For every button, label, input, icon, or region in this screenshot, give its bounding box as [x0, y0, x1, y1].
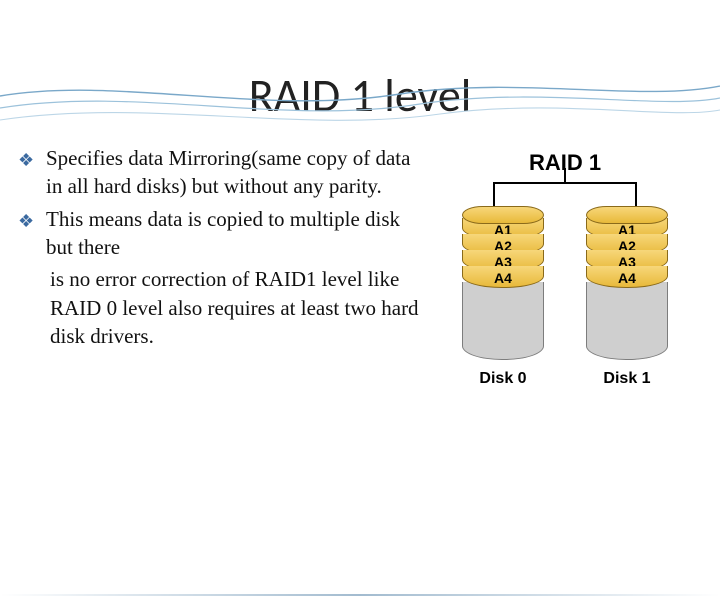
bullet-list: ❖ Specifies data Mirroring(same copy of … [18, 144, 420, 388]
disk-row: A1 A2 A3 A4 Disk 0 A1 A2 A3 A4 Disk 1 [462, 206, 668, 388]
content-area: ❖ Specifies data Mirroring(same copy of … [0, 144, 720, 388]
diamond-bullet-icon: ❖ [18, 144, 46, 201]
disk-top-icon [462, 206, 544, 224]
raid-diagram: RAID 1 A1 A2 A3 A4 Disk 0 A1 A2 A3 A4 [440, 150, 690, 388]
bullet-text: Specifies data Mirroring(same copy of da… [46, 144, 420, 201]
diamond-bullet-icon: ❖ [18, 205, 46, 262]
disk-label: Disk 1 [586, 370, 668, 388]
footer-decoration [0, 594, 720, 596]
bullet-text: This means data is copied to multiple di… [46, 205, 420, 262]
bullet-item: ❖ Specifies data Mirroring(same copy of … [18, 144, 420, 201]
bullet-item: ❖ This means data is copied to multiple … [18, 205, 420, 262]
slide-title: RAID 1 level [0, 68, 720, 124]
disk-body-icon [462, 282, 544, 360]
disk-label: Disk 0 [462, 370, 544, 388]
disk-0: A1 A2 A3 A4 Disk 0 [462, 206, 544, 388]
disk-body-icon [586, 282, 668, 360]
disk-1: A1 A2 A3 A4 Disk 1 [586, 206, 668, 388]
connector-lines [475, 182, 655, 206]
disk-top-icon [586, 206, 668, 224]
bullet-continuation: is no error correction of RAID1 level li… [50, 265, 420, 350]
